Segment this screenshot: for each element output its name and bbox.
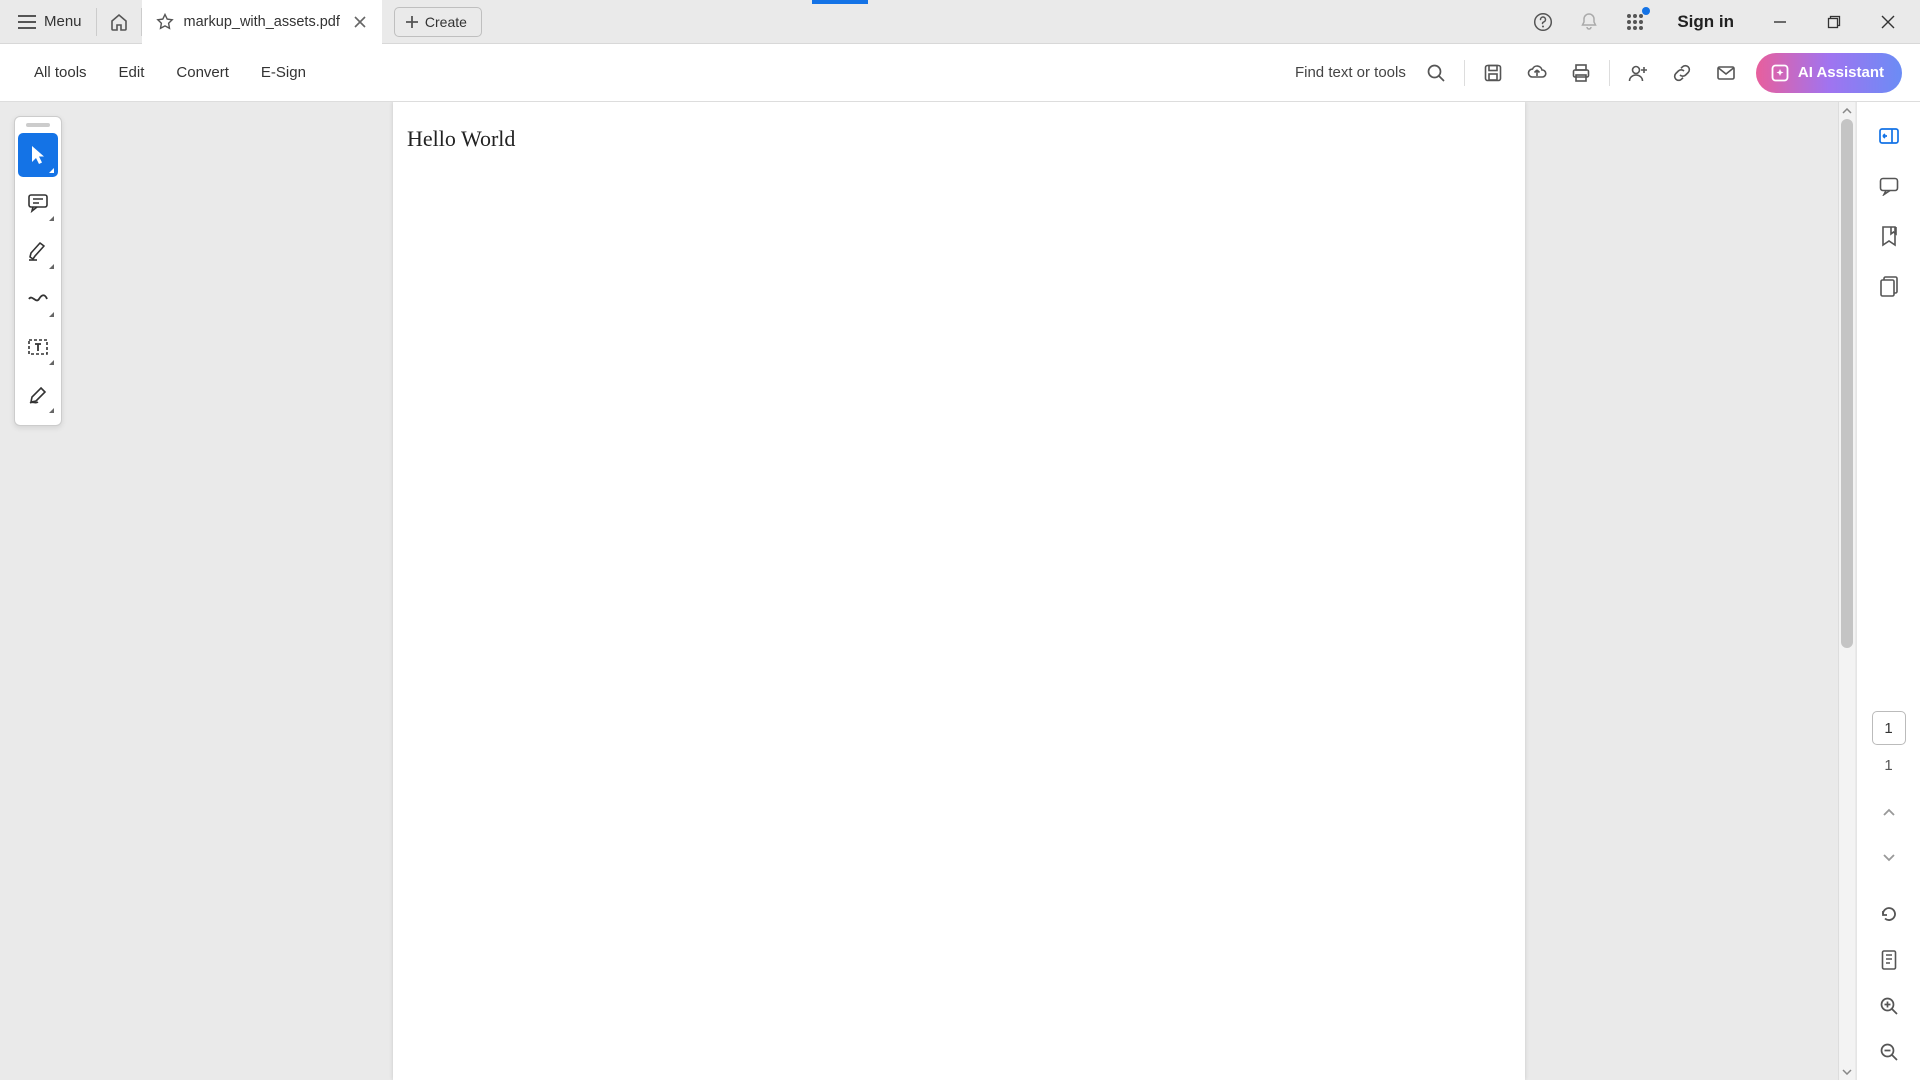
home-icon — [109, 12, 129, 32]
chevron-up-icon — [1842, 108, 1852, 114]
save-icon — [1483, 63, 1503, 83]
pages-icon — [1879, 275, 1899, 297]
bell-icon — [1579, 12, 1599, 32]
previous-page-button[interactable] — [1869, 794, 1909, 830]
help-icon — [1533, 12, 1553, 32]
create-label: Create — [425, 14, 467, 30]
next-page-button[interactable] — [1869, 840, 1909, 876]
chevron-down-icon — [1882, 853, 1896, 863]
divider — [1609, 60, 1610, 86]
upload-button[interactable] — [1515, 51, 1559, 95]
plus-icon — [405, 15, 419, 29]
document-page[interactable]: Hello World — [393, 102, 1525, 1080]
share-link-button[interactable] — [1660, 51, 1704, 95]
chevron-down-icon — [1842, 1069, 1852, 1075]
current-page-value: 1 — [1884, 720, 1892, 737]
signin-button[interactable]: Sign in — [1659, 12, 1752, 32]
page-fit-icon — [1880, 949, 1898, 971]
main-toolbar: All tools Edit Convert E-Sign Find text … — [0, 44, 1920, 102]
share-people-button[interactable] — [1616, 51, 1660, 95]
notification-dot — [1642, 7, 1650, 15]
zoom-out-button[interactable] — [1869, 1034, 1909, 1070]
apps-grid-icon — [1626, 13, 1644, 31]
notifications-button[interactable] — [1567, 0, 1611, 44]
create-button[interactable]: Create — [394, 7, 482, 37]
share-email-button[interactable] — [1704, 51, 1748, 95]
total-pages: 1 — [1884, 757, 1892, 774]
scroll-up-button[interactable] — [1839, 102, 1855, 119]
zoom-in-button[interactable] — [1869, 988, 1909, 1024]
workspace: Hello World 1 1 — [0, 102, 1920, 1080]
tab-label: Edit — [119, 64, 145, 81]
tab-label: Convert — [176, 64, 229, 81]
tab-esign[interactable]: E-Sign — [245, 44, 322, 102]
email-icon — [1716, 63, 1736, 83]
window-close-button[interactable] — [1862, 0, 1914, 44]
loading-indicator — [812, 0, 868, 4]
menu-label: Menu — [44, 13, 82, 30]
window-minimize-button[interactable] — [1754, 0, 1806, 44]
scroll-thumb[interactable] — [1841, 119, 1853, 648]
tab-label: E-Sign — [261, 64, 306, 81]
minimize-icon — [1773, 15, 1787, 29]
ai-sparkle-icon — [1770, 63, 1790, 83]
tab-edit[interactable]: Edit — [103, 44, 161, 102]
help-button[interactable] — [1521, 0, 1565, 44]
divider — [1464, 60, 1465, 86]
zoom-in-icon — [1879, 996, 1899, 1016]
right-rail: 1 1 — [1856, 102, 1920, 1080]
restore-icon — [1827, 15, 1841, 29]
rotate-button[interactable] — [1869, 896, 1909, 932]
page-text: Hello World — [393, 102, 1525, 176]
scroll-down-button[interactable] — [1839, 1063, 1855, 1080]
menu-button[interactable]: Menu — [0, 0, 96, 44]
search-label[interactable]: Find text or tools — [1295, 64, 1406, 81]
add-person-icon — [1627, 63, 1649, 83]
current-page-input[interactable]: 1 — [1872, 711, 1906, 745]
document-area[interactable]: Hello World — [0, 102, 1920, 1080]
print-button[interactable] — [1559, 51, 1603, 95]
tab-title: markup_with_assets.pdf — [184, 14, 340, 30]
vertical-scrollbar[interactable] — [1838, 102, 1855, 1080]
home-button[interactable] — [97, 0, 141, 44]
rotate-icon — [1879, 904, 1899, 924]
apps-button[interactable] — [1613, 0, 1657, 44]
save-button[interactable] — [1471, 51, 1515, 95]
hamburger-icon — [18, 15, 36, 29]
chevron-up-icon — [1882, 807, 1896, 817]
tab-all-tools[interactable]: All tools — [18, 44, 103, 102]
close-icon — [354, 16, 366, 28]
search-icon — [1426, 63, 1446, 83]
titlebar: Menu markup_with_assets.pdf Create — [0, 0, 1920, 44]
star-icon[interactable] — [156, 13, 174, 31]
document-tab[interactable]: markup_with_assets.pdf — [142, 0, 382, 44]
window-restore-button[interactable] — [1808, 0, 1860, 44]
comment-icon — [1878, 176, 1900, 196]
print-icon — [1571, 63, 1591, 83]
zoom-out-icon — [1879, 1042, 1899, 1062]
close-icon — [1881, 15, 1895, 29]
bookmark-icon — [1880, 225, 1898, 247]
link-icon — [1672, 63, 1692, 83]
comments-panel-button[interactable] — [1869, 166, 1909, 206]
ai-assistant-button[interactable]: AI Assistant — [1756, 53, 1902, 93]
page-display-button[interactable] — [1869, 942, 1909, 978]
cloud-upload-icon — [1526, 63, 1548, 83]
panel-toggle-button[interactable] — [1869, 116, 1909, 156]
search-button[interactable] — [1414, 51, 1458, 95]
thumbnails-panel-button[interactable] — [1869, 266, 1909, 306]
ai-label: AI Assistant — [1798, 64, 1884, 81]
tab-close-button[interactable] — [350, 12, 370, 32]
bookmarks-panel-button[interactable] — [1869, 216, 1909, 256]
tab-label: All tools — [34, 64, 87, 81]
tab-convert[interactable]: Convert — [160, 44, 245, 102]
scroll-track[interactable] — [1839, 119, 1855, 1063]
signin-label: Sign in — [1677, 12, 1734, 31]
panel-collapse-icon — [1878, 126, 1900, 146]
